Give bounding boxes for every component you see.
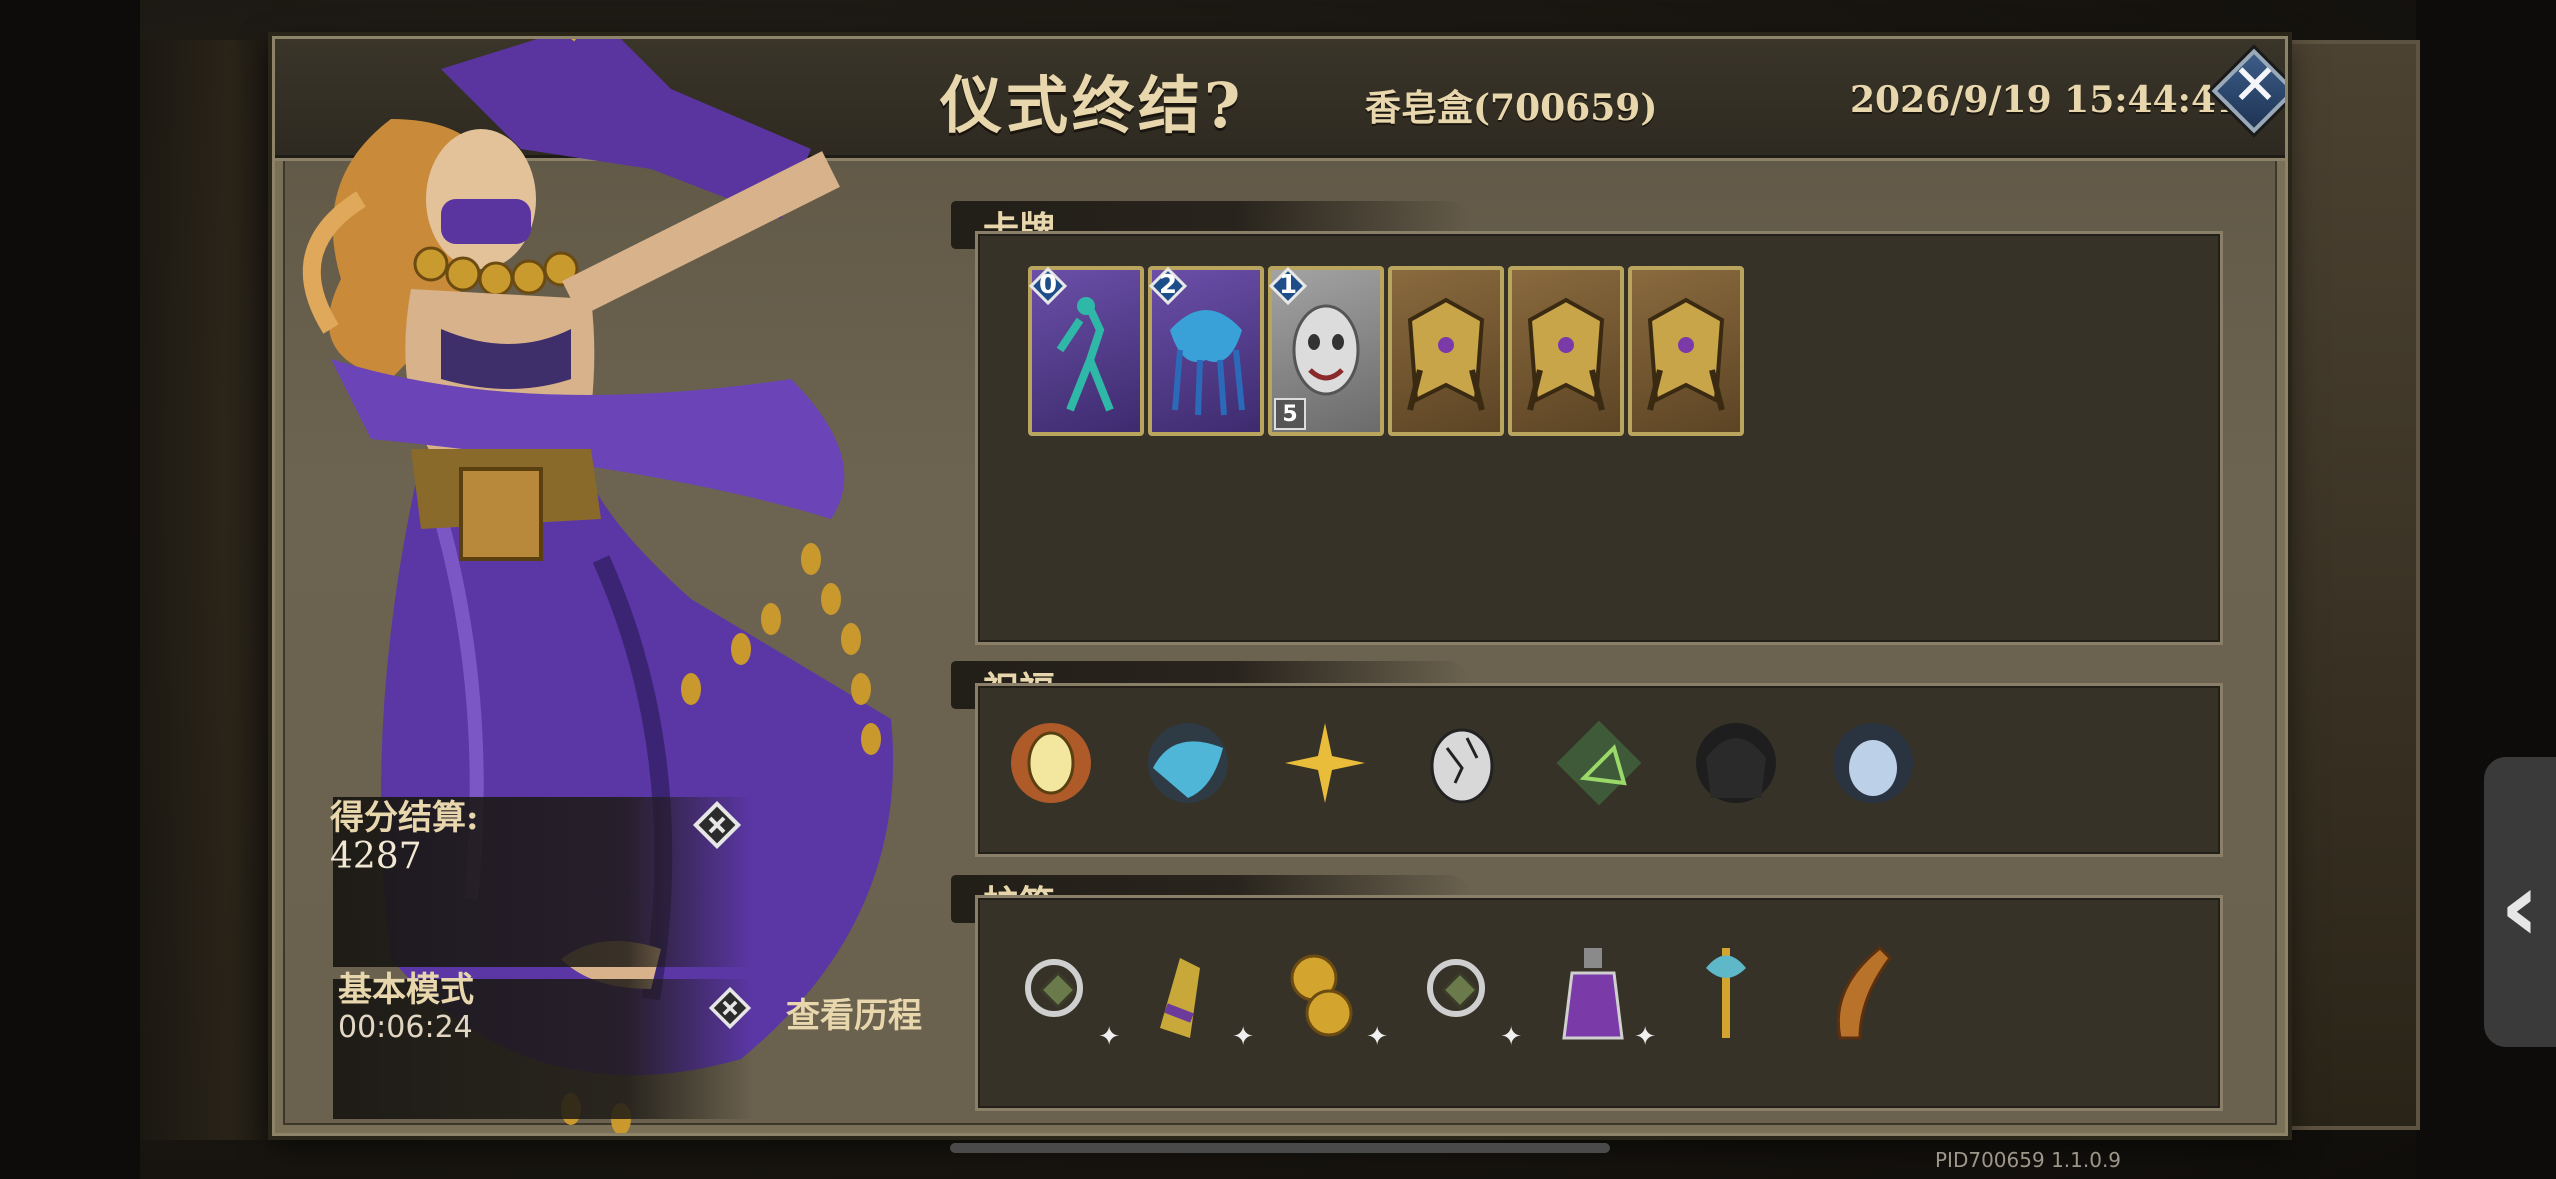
charm-item[interactable] [1810,938,1920,1048]
scrollbar[interactable] [950,1143,1610,1153]
score-label: 得分结算: [330,798,479,838]
card-cost-badge: 2 [1148,266,1188,306]
dark-haired-figure-icon[interactable] [1681,708,1791,818]
upgraded-sparkle-icon: ✦ [1232,1022,1254,1052]
charms-list: ✦ ✦ ✦ ✦ ✦ [1006,938,2006,1078]
side-drawer-tab[interactable]: ‹ [2484,757,2556,1047]
cracked-egg-icon[interactable] [1407,708,1517,818]
cards-list: 0215 [1028,266,1744,446]
close-button[interactable]: ✕ [2210,47,2285,137]
card-item[interactable] [1508,266,1624,436]
card-cost-badge: 1 [1268,266,1308,306]
blue-haired-spirit-icon[interactable] [1133,708,1243,818]
golden-staff-icon [1706,948,1746,1038]
charm-item[interactable] [1676,938,1786,1048]
upgraded-sparkle-icon: ✦ [1098,1022,1120,1052]
bone-horn-icon [1836,945,1892,1040]
cards-section: 0215 [975,231,2223,645]
elapsed-time: 00:06:24 [338,1010,473,1045]
pale-spirit-icon[interactable] [1818,708,1928,818]
golden-crown-card-art [1407,297,1485,411]
chevron-left-icon: ‹ [2500,851,2540,963]
blue-beast-card-art [1170,310,1245,416]
card-cost-value: 1 [1278,270,1298,300]
history-icon [708,986,752,1030]
build-info: PID700659 1.1.0.9 [1935,1148,2122,1172]
result-panel: 仪式终结? 香皂盒(700659) 2026/9/19 15:44:41 ✕ 卡… [272,36,2288,1136]
blessings-list [996,708,1996,828]
upgraded-sparkle-icon: ✦ [1634,1022,1656,1052]
player-name: 香皂盒(700659) [1365,87,1658,129]
card-count-badge: 5 [1274,398,1306,430]
golden-crown-card-art [1527,297,1605,411]
card-item[interactable] [1388,266,1504,436]
charm-item[interactable]: ✦ [1140,938,1254,1052]
card-item[interactable]: 15 [1268,266,1384,436]
card-item[interactable] [1628,266,1744,436]
golden-sparkle-icon[interactable] [1270,708,1380,818]
skeletal-figure-card-art [1056,297,1114,412]
charm-item[interactable]: ✦ [1408,938,1522,1052]
card-cost-badge: 0 [1028,266,1068,306]
golden-crown-card-art [1647,297,1725,411]
card-item[interactable]: 0 [1028,266,1144,436]
view-history-button[interactable]: 查看历程 [700,980,940,1040]
background-frame [2270,40,2420,1130]
score-info-icon[interactable] [692,800,742,850]
mode-label: 基本模式 [338,970,474,1010]
card-item[interactable]: 2 [1148,266,1264,436]
charm-item[interactable]: ✦ [1274,938,1388,1052]
score-value: 4287 [330,836,422,877]
green-rune-icon[interactable] [1544,708,1654,818]
card-cost-value: 2 [1158,270,1178,300]
background-shelf [140,40,270,1140]
upgraded-sparkle-icon: ✦ [1366,1022,1388,1052]
charms-section: ✦ ✦ ✦ ✦ ✦ [975,895,2223,1111]
view-history-label: 查看历程 [786,996,922,1036]
timestamp: 2026/9/19 15:44:41 [1850,79,2242,121]
close-x-icon: ✕ [2231,53,2279,118]
card-cost-value: 0 [1038,270,1058,300]
charm-item[interactable]: ✦ [1542,938,1656,1052]
blessings-section [975,683,2223,857]
radiant-mask-icon[interactable] [996,708,1106,818]
upgraded-sparkle-icon: ✦ [1500,1022,1522,1052]
charm-item[interactable]: ✦ [1006,938,1120,1052]
